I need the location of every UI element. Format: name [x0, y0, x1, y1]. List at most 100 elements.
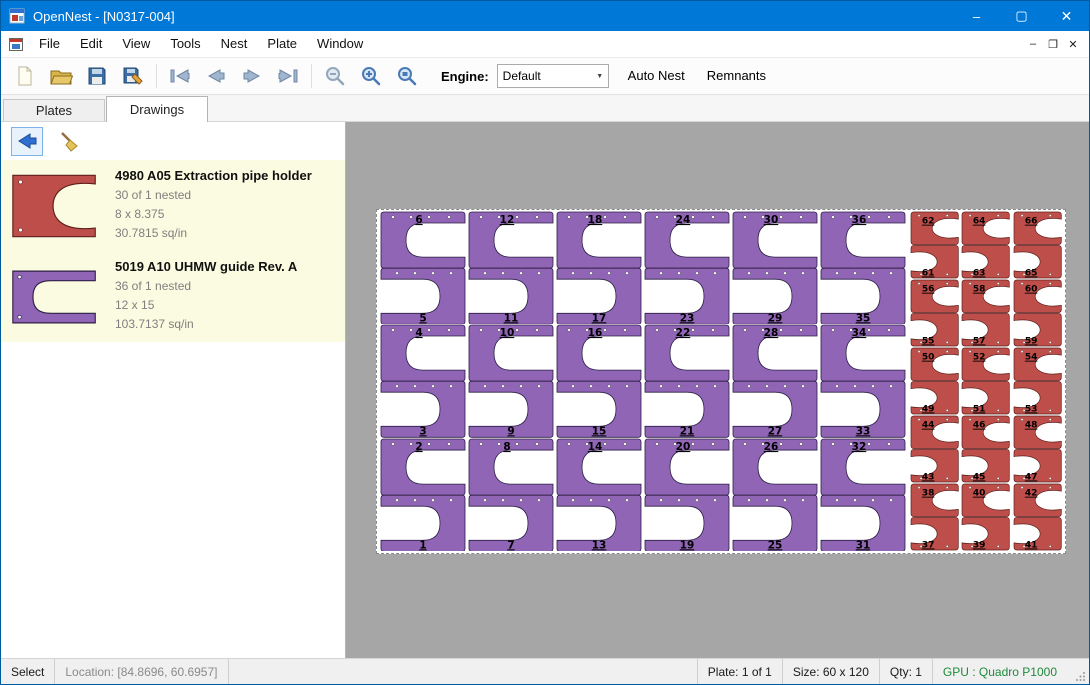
zoom-out-button[interactable] [317, 61, 353, 91]
nest-cell[interactable]: 32 31 [819, 438, 907, 551]
minimize-icon: – [973, 9, 980, 24]
nest-cell[interactable]: 28 27 [731, 324, 819, 437]
drawing-list: 4980 A05 Extraction pipe holder 30 of 1 … [1, 160, 345, 342]
chevron-down-icon: ▼ [592, 73, 608, 80]
save-button[interactable] [79, 61, 115, 91]
nav-last-icon [276, 66, 300, 86]
status-plate: Plate: 1 of 1 [697, 659, 782, 684]
nav-prev-icon [204, 66, 228, 86]
mdi-minimize-icon: – [1030, 38, 1036, 50]
maximize-icon: ▢ [1015, 8, 1027, 24]
nest-cell[interactable]: 52 51 [960, 347, 1011, 415]
nest-cell[interactable]: 64 63 [960, 211, 1011, 279]
app-icon [9, 8, 25, 24]
window-close-button[interactable]: ✕ [1044, 1, 1089, 31]
nest-cell[interactable]: 22 21 [643, 324, 731, 437]
nest-cell[interactable]: 18 17 [555, 211, 643, 324]
clear-drawings-button[interactable] [53, 127, 85, 156]
drawings-panel: 4980 A05 Extraction pipe holder 30 of 1 … [1, 122, 346, 658]
nest-cell[interactable]: 34 33 [819, 324, 907, 437]
save-as-button[interactable] [115, 61, 151, 91]
svg-text:19: 19 [680, 539, 695, 551]
last-plate-button[interactable] [270, 61, 306, 91]
resize-grip[interactable] [1067, 659, 1089, 684]
svg-text:49: 49 [922, 404, 935, 414]
drawing-item-extraction-pipe-holder[interactable]: 4980 A05 Extraction pipe holder 30 of 1 … [1, 160, 345, 251]
status-spacer [229, 659, 697, 684]
window-maximize-button[interactable]: ▢ [999, 1, 1044, 31]
toolbar-separator [156, 64, 157, 88]
nest-cell[interactable]: 14 13 [555, 438, 643, 551]
mdi-document-icon[interactable] [9, 38, 23, 51]
svg-text:18: 18 [588, 214, 603, 226]
nest-cell[interactable]: 60 59 [1012, 279, 1063, 347]
nest-cell[interactable]: 40 39 [960, 483, 1011, 551]
nest-cell[interactable]: 58 57 [960, 279, 1011, 347]
mdi-minimize-button[interactable]: – [1023, 34, 1043, 54]
nest-cell[interactable]: 56 55 [909, 279, 960, 347]
drawing-title: 5019 A10 UHMW guide Rev. A [115, 259, 339, 274]
close-icon: ✕ [1061, 8, 1073, 25]
nest-cell[interactable]: 36 35 [819, 211, 907, 324]
svg-text:15: 15 [592, 426, 607, 438]
nest-cell[interactable]: 42 41 [1012, 483, 1063, 551]
menu-item-plate[interactable]: Plate [257, 31, 307, 57]
nest-cell[interactable]: 6 5 [379, 211, 467, 324]
nest-cell[interactable]: 16 15 [555, 324, 643, 437]
nest-cell[interactable]: 30 29 [731, 211, 819, 324]
open-button[interactable] [43, 61, 79, 91]
nest-cell[interactable]: 4 3 [379, 324, 467, 437]
nest-cell[interactable]: 10 9 [467, 324, 555, 437]
menu-item-window[interactable]: Window [307, 31, 373, 57]
nest-cell[interactable]: 26 25 [731, 438, 819, 551]
tab-drawings[interactable]: Drawings [106, 96, 208, 122]
auto-nest-button[interactable]: Auto Nest [617, 61, 696, 91]
first-plate-button[interactable] [162, 61, 198, 91]
new-button[interactable] [7, 61, 43, 91]
menu-item-file[interactable]: File [29, 31, 70, 57]
nest-cell[interactable]: 50 49 [909, 347, 960, 415]
svg-text:23: 23 [680, 312, 695, 324]
mdi-close-icon: ✕ [1068, 38, 1077, 51]
nest-cell[interactable]: 8 7 [467, 438, 555, 551]
menu-item-view[interactable]: View [112, 31, 160, 57]
mdi-close-button[interactable]: ✕ [1063, 34, 1083, 54]
broom-icon [57, 130, 81, 152]
svg-text:59: 59 [1024, 336, 1037, 346]
nest-cell[interactable]: 44 43 [909, 415, 960, 483]
nest-cell[interactable]: 46 45 [960, 415, 1011, 483]
nest-cell[interactable]: 20 19 [643, 438, 731, 551]
nest-cell[interactable]: 38 37 [909, 483, 960, 551]
status-location: Location: [84.8696, 60.6957] [54, 659, 228, 684]
menu-item-tools[interactable]: Tools [160, 31, 210, 57]
menu-item-edit[interactable]: Edit [70, 31, 112, 57]
svg-text:9: 9 [507, 426, 514, 438]
nest-cell[interactable]: 66 65 [1012, 211, 1063, 279]
svg-text:46: 46 [973, 421, 986, 431]
red-part-shape [13, 175, 95, 236]
engine-select[interactable]: Default ▼ [497, 64, 609, 88]
drawing-item-uhmw-guide[interactable]: 5019 A10 UHMW guide Rev. A 36 of 1 neste… [1, 251, 345, 342]
nest-canvas[interactable]: 6 5 12 11 18 17 24 23 [346, 122, 1089, 658]
part-thumbnail [7, 267, 103, 327]
tab-plates[interactable]: Plates [3, 99, 105, 121]
prev-plate-button[interactable] [198, 61, 234, 91]
nest-cell[interactable]: 62 61 [909, 211, 960, 279]
remnants-button[interactable]: Remnants [696, 61, 777, 91]
menu-item-nest[interactable]: Nest [211, 31, 258, 57]
zoom-out-icon [324, 65, 346, 87]
window-minimize-button[interactable]: – [954, 1, 999, 31]
svg-text:14: 14 [588, 441, 603, 453]
mdi-restore-button[interactable]: ❐ [1043, 34, 1063, 54]
next-plate-button[interactable] [234, 61, 270, 91]
nest-cell[interactable]: 12 11 [467, 211, 555, 324]
svg-text:56: 56 [922, 285, 935, 295]
send-to-plate-button[interactable] [11, 127, 43, 156]
zoom-in-button[interactable] [353, 61, 389, 91]
nest-cell[interactable]: 2 1 [379, 438, 467, 551]
zoom-fit-button[interactable] [389, 61, 425, 91]
nest-cell[interactable]: 54 53 [1012, 347, 1063, 415]
nest-cell[interactable]: 48 47 [1012, 415, 1063, 483]
svg-text:3: 3 [419, 426, 426, 438]
nest-cell[interactable]: 24 23 [643, 211, 731, 324]
